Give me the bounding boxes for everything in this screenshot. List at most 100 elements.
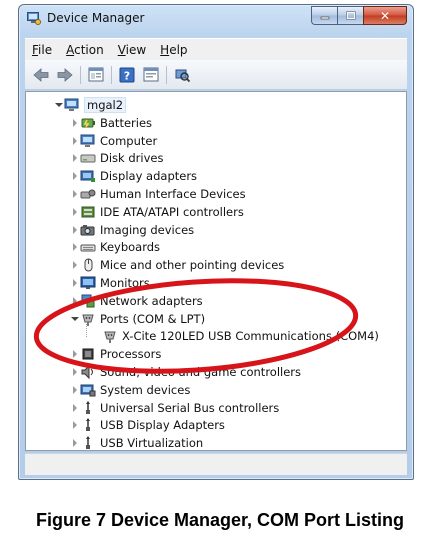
tree-category-node[interactable]: System devices	[70, 381, 190, 399]
tree-node-label: USB Display Adapters	[100, 418, 225, 433]
expand-toggle[interactable]	[70, 225, 80, 235]
tree-category-node[interactable]: Computer	[70, 132, 157, 150]
tree-node-icon	[80, 186, 96, 202]
expand-toggle[interactable]	[70, 349, 80, 359]
tree-node-icon	[102, 328, 118, 344]
chevron-right-icon	[73, 261, 77, 270]
chevron-down-icon	[55, 103, 63, 107]
device-tree-panel[interactable]: mgal2 Batteries Computer Disk drives Display…	[25, 91, 407, 451]
computer-icon	[64, 98, 79, 111]
tree-category-node[interactable]: Human Interface Devices	[70, 185, 246, 203]
minimize-button[interactable]	[311, 6, 337, 25]
tree-category-node[interactable]: USB Virtualization	[70, 434, 203, 452]
collapse-toggle[interactable]	[54, 100, 64, 110]
tree-node-label: Computer	[100, 133, 158, 148]
menu-action-accesskey: A	[66, 42, 75, 57]
tree-node-label: Network adapters	[100, 293, 203, 308]
expand-toggle[interactable]	[70, 207, 80, 217]
expand-toggle[interactable]	[70, 153, 80, 163]
tree-node-icon	[80, 150, 96, 166]
help-button[interactable]: ?	[115, 63, 139, 87]
chevron-right-icon	[73, 403, 77, 412]
close-button[interactable]: ✕	[363, 6, 407, 25]
tree-node-label: IDE ATA/ATAPI controllers	[100, 204, 244, 219]
tree-node-icon	[80, 115, 96, 131]
forward-icon	[57, 67, 73, 82]
toolbar: ?	[25, 60, 407, 90]
menu-action[interactable]: Action	[59, 40, 111, 60]
monitor-icon	[80, 276, 96, 289]
expand-toggle[interactable]	[70, 260, 80, 270]
tree-node-icon	[80, 311, 96, 327]
menu-help-accesskey: H	[160, 42, 170, 57]
window-controls: ✕	[311, 6, 407, 25]
usb-icon	[86, 436, 90, 450]
update-driver-button[interactable]	[139, 63, 163, 87]
tree-node-icon	[80, 382, 96, 398]
tree-root-node[interactable]: mgal2	[54, 96, 127, 114]
chevron-right-icon	[73, 225, 77, 234]
tree-category-node[interactable]: Ports (COM & LPT)	[70, 310, 205, 328]
expand-toggle[interactable]	[70, 296, 80, 306]
hid-icon	[80, 189, 96, 199]
title-bar[interactable]: Device Manager ✕	[19, 5, 413, 33]
device-manager-icon	[27, 12, 41, 25]
tree-node-label: Display adapters	[100, 169, 198, 184]
expand-toggle[interactable]	[70, 189, 80, 199]
usb-icon	[86, 400, 90, 414]
expand-toggle[interactable]	[70, 278, 80, 288]
chevron-right-icon	[73, 172, 77, 181]
menu-file[interactable]: File	[25, 40, 59, 60]
expand-toggle[interactable]	[70, 136, 80, 146]
tree-category-node[interactable]: IDE ATA/ATAPI controllers	[70, 203, 244, 221]
collapse-toggle[interactable]	[70, 314, 80, 324]
help-icon: ?	[119, 67, 135, 82]
close-icon: ✕	[379, 8, 391, 23]
menu-view[interactable]: View	[111, 40, 153, 60]
display-adapter-icon	[80, 170, 95, 183]
tree-node-label: Sound, video and game controllers	[100, 365, 302, 379]
tree-category-node[interactable]: Network adapters	[70, 292, 203, 310]
expand-toggle[interactable]	[70, 403, 80, 413]
tree-category-node[interactable]: Imaging devices	[70, 221, 194, 239]
tree-category-node[interactable]: Processors	[70, 345, 161, 363]
menu-view-label: iew	[125, 42, 147, 57]
tree-node-label: Keyboards	[100, 240, 161, 255]
network-adapter-icon	[81, 294, 95, 308]
tree-category-node[interactable]: Sound, video and game controllers	[70, 363, 301, 381]
ide-controller-icon	[81, 206, 95, 218]
tree-category-node[interactable]: Monitors	[70, 274, 150, 292]
expand-toggle[interactable]	[70, 242, 80, 252]
expand-toggle[interactable]	[70, 171, 80, 181]
minimize-icon	[320, 16, 329, 19]
scan-hardware-icon	[175, 69, 190, 82]
tree-category-node[interactable]: Universal Serial Bus controllers	[70, 399, 279, 417]
expand-toggle[interactable]	[70, 118, 80, 128]
tree-node-label: mgal2	[84, 97, 127, 113]
back-button[interactable]	[29, 63, 53, 87]
expand-toggle[interactable]	[70, 385, 80, 395]
scan-hardware-button[interactable]	[170, 63, 194, 87]
update-driver-icon	[143, 67, 159, 82]
tree-category-node[interactable]: Batteries	[70, 114, 152, 132]
expand-toggle[interactable]	[70, 420, 80, 430]
tree-category-node[interactable]: Display adapters	[70, 167, 197, 185]
expand-toggle[interactable]	[70, 367, 80, 377]
expand-toggle[interactable]	[70, 438, 80, 448]
tree-category-node[interactable]: Keyboards	[70, 238, 160, 256]
tree-category-node[interactable]: Mice and other pointing devices	[70, 256, 284, 274]
imaging-icon	[80, 224, 95, 236]
menu-help[interactable]: Help	[153, 40, 194, 60]
tree-node-label: System devices	[100, 382, 191, 397]
tree-child-node[interactable]: X-Cite 120LED USB Communications (COM4)	[92, 327, 379, 345]
forward-button[interactable]	[53, 63, 77, 87]
tree-node-label: Imaging devices	[100, 222, 195, 237]
tree-category-node[interactable]: Disk drives	[70, 149, 163, 167]
maximize-button[interactable]	[337, 6, 363, 25]
toolbar-separator	[111, 65, 112, 84]
properties-button[interactable]	[84, 63, 108, 87]
battery-icon	[81, 118, 95, 128]
chevron-right-icon	[73, 207, 77, 216]
tree-node-icon	[80, 364, 96, 380]
tree-category-node[interactable]: USB Display Adapters	[70, 416, 225, 434]
